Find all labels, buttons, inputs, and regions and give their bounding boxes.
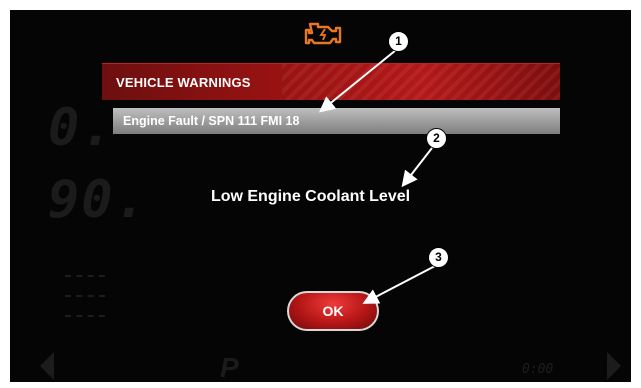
callout-3-arrow: [362, 265, 436, 304]
callout-3: 3: [428, 247, 449, 268]
callout-1-arrow: [318, 49, 397, 113]
callout-1: 1: [388, 31, 409, 52]
callout-2: 2: [426, 128, 447, 149]
callout-2-arrow: [401, 147, 433, 188]
warnings-title: VEHICLE WARNINGS: [116, 75, 251, 90]
callout-arrows: [318, 49, 436, 304]
